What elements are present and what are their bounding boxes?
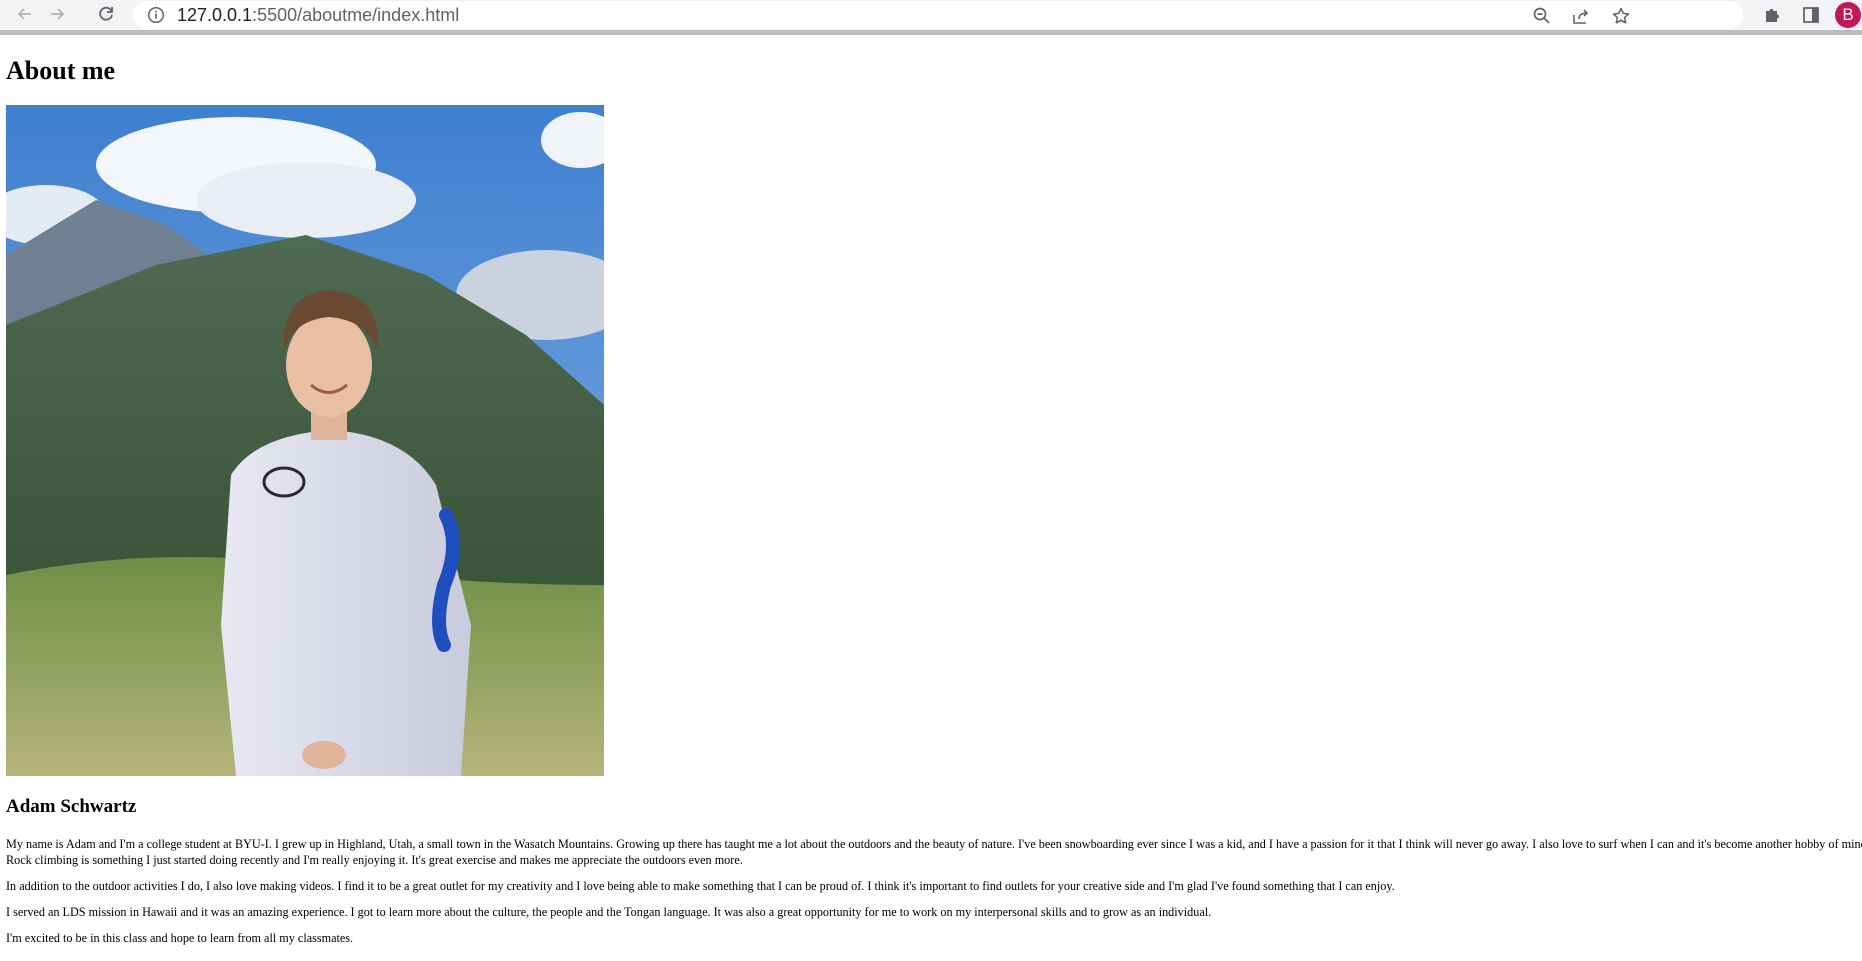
bio-paragraph: My name is Adam and I'm a college studen…	[6, 837, 1862, 867]
profile-avatar[interactable]: B	[1835, 2, 1861, 28]
side-panel-button[interactable]	[1799, 4, 1823, 26]
back-button[interactable]	[10, 0, 40, 28]
url-text[interactable]: 127.0.0.1:5500/aboutme/index.html	[177, 5, 459, 26]
url-host: 127.0.0.1	[177, 5, 253, 25]
zoom-out-icon	[1533, 7, 1550, 24]
share-icon	[1573, 9, 1589, 24]
profile-photo	[6, 105, 604, 776]
browser-toolbar: 127.0.0.1:5500/aboutme/index.html B	[0, 0, 1862, 35]
address-bar[interactable]: 127.0.0.1:5500/aboutme/index.html	[133, 1, 1743, 29]
bio-paragraph: I'm excited to be in this class and hope…	[6, 931, 354, 945]
bio-section: My name is Adam and I'm a college studen…	[6, 836, 1862, 956]
side-panel-icon	[1803, 7, 1819, 23]
reload-icon	[99, 6, 113, 21]
info-icon[interactable]	[147, 6, 165, 24]
zoom-button[interactable]	[1531, 5, 1553, 27]
person-name: Adam Schwartz	[6, 796, 137, 817]
reload-button[interactable]	[91, 0, 121, 28]
star-icon	[1612, 7, 1630, 24]
url-path: :5500/aboutme/index.html	[252, 5, 460, 25]
back-arrow-icon	[17, 8, 31, 20]
bio-paragraph: I served an LDS mission in Hawaii and it…	[6, 905, 1212, 919]
forward-button[interactable]	[42, 0, 72, 28]
mountain-portrait-photo	[6, 105, 604, 776]
extensions-button[interactable]	[1760, 4, 1784, 26]
page-content: About me Adam Schwartz My name is Adam a…	[6, 35, 1862, 945]
share-button[interactable]	[1570, 5, 1592, 27]
bookmark-button[interactable]	[1610, 5, 1632, 27]
bio-paragraph: In addition to the outdoor activities I …	[6, 879, 1395, 893]
page-title: About me	[6, 56, 116, 85]
puzzle-icon	[1766, 9, 1779, 22]
forward-arrow-icon	[51, 8, 65, 20]
